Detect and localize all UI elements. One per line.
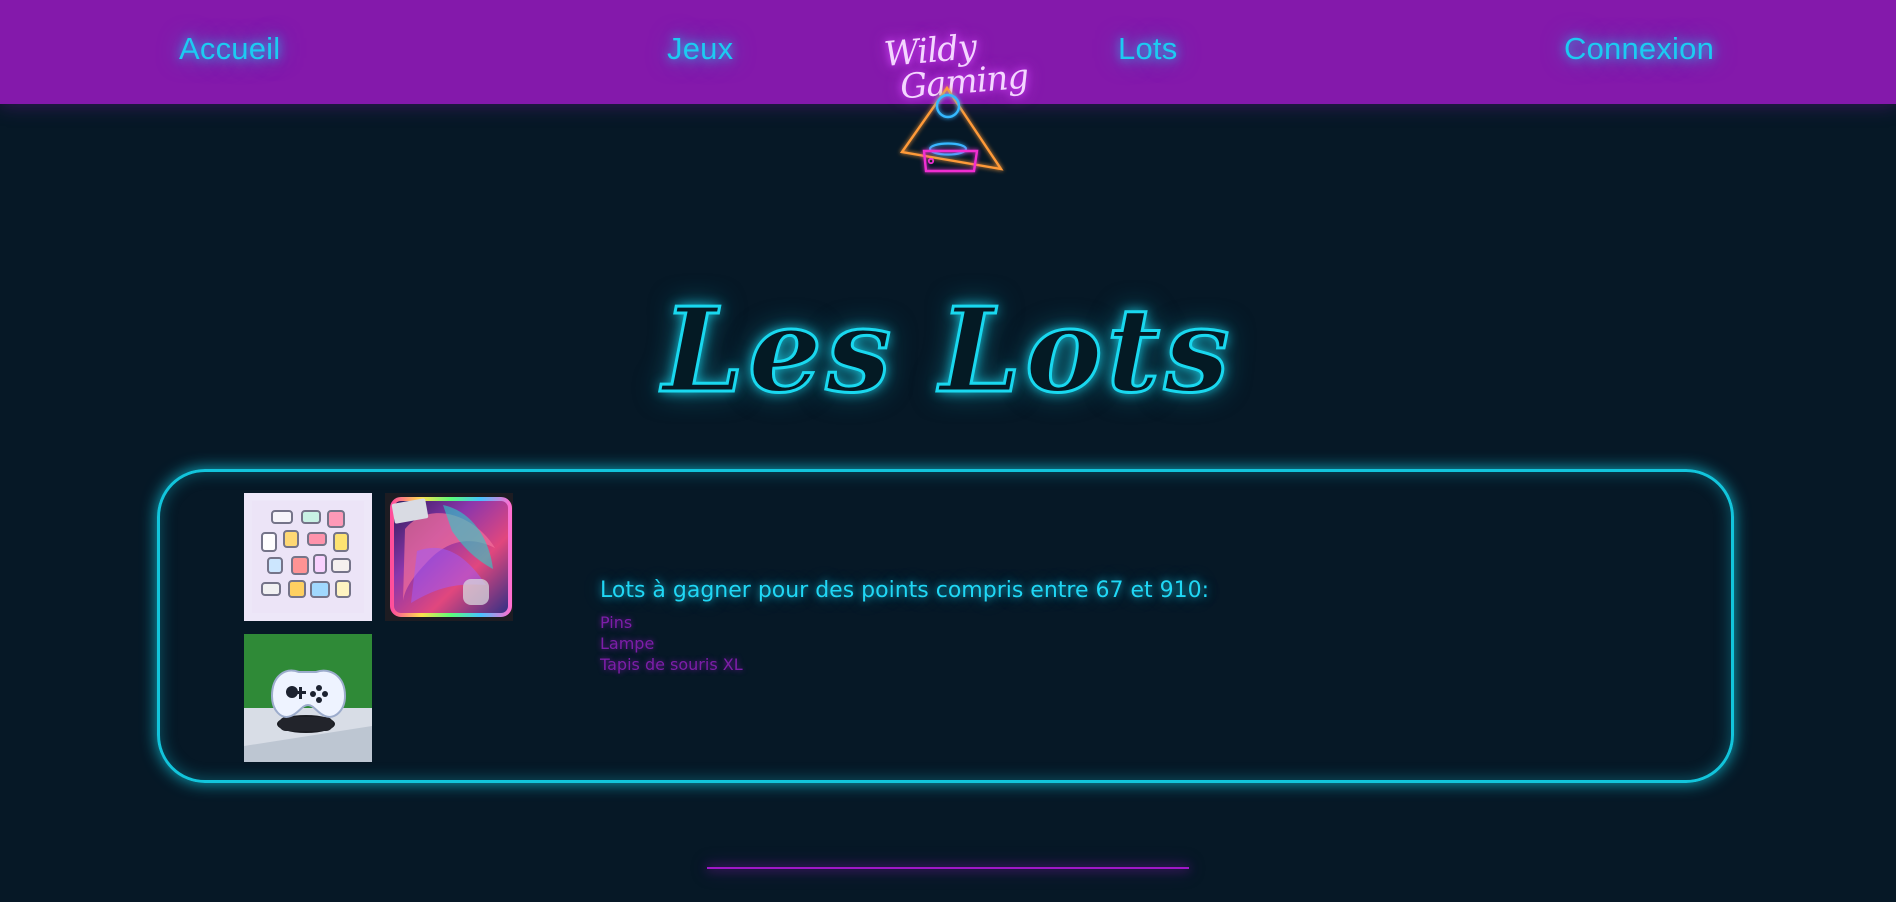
nav-accueil[interactable]: Accueil	[179, 31, 280, 67]
nav-jeux[interactable]: Jeux	[667, 31, 733, 67]
prize-item-tapis-souris: Tapis de souris XL	[600, 655, 743, 674]
joystick-icon	[899, 85, 1004, 173]
site-logo[interactable]: Wildy Gaming	[882, 27, 1030, 180]
prize-item-pins: Pins	[600, 613, 633, 632]
page: Accueil Jeux Lots Connexion Wildy Gaming	[0, 0, 1896, 902]
footer-divider	[707, 867, 1189, 869]
prize-content: Lots à gagner pour des points compris en…	[600, 578, 1210, 675]
prize-heading: Lots à gagner pour des points compris en…	[600, 578, 1210, 603]
nav-connexion[interactable]: Connexion	[1564, 31, 1714, 67]
mouse-pad-image	[385, 493, 513, 621]
controller-lamp-image	[244, 634, 372, 762]
pins-image	[244, 493, 372, 621]
nav-lots[interactable]: Lots	[1118, 31, 1177, 67]
prize-list: Pins Lampe Tapis de souris XL	[600, 612, 1160, 675]
page-title: Les Lots	[661, 282, 1234, 419]
prize-item-lampe: Lampe	[600, 634, 655, 653]
